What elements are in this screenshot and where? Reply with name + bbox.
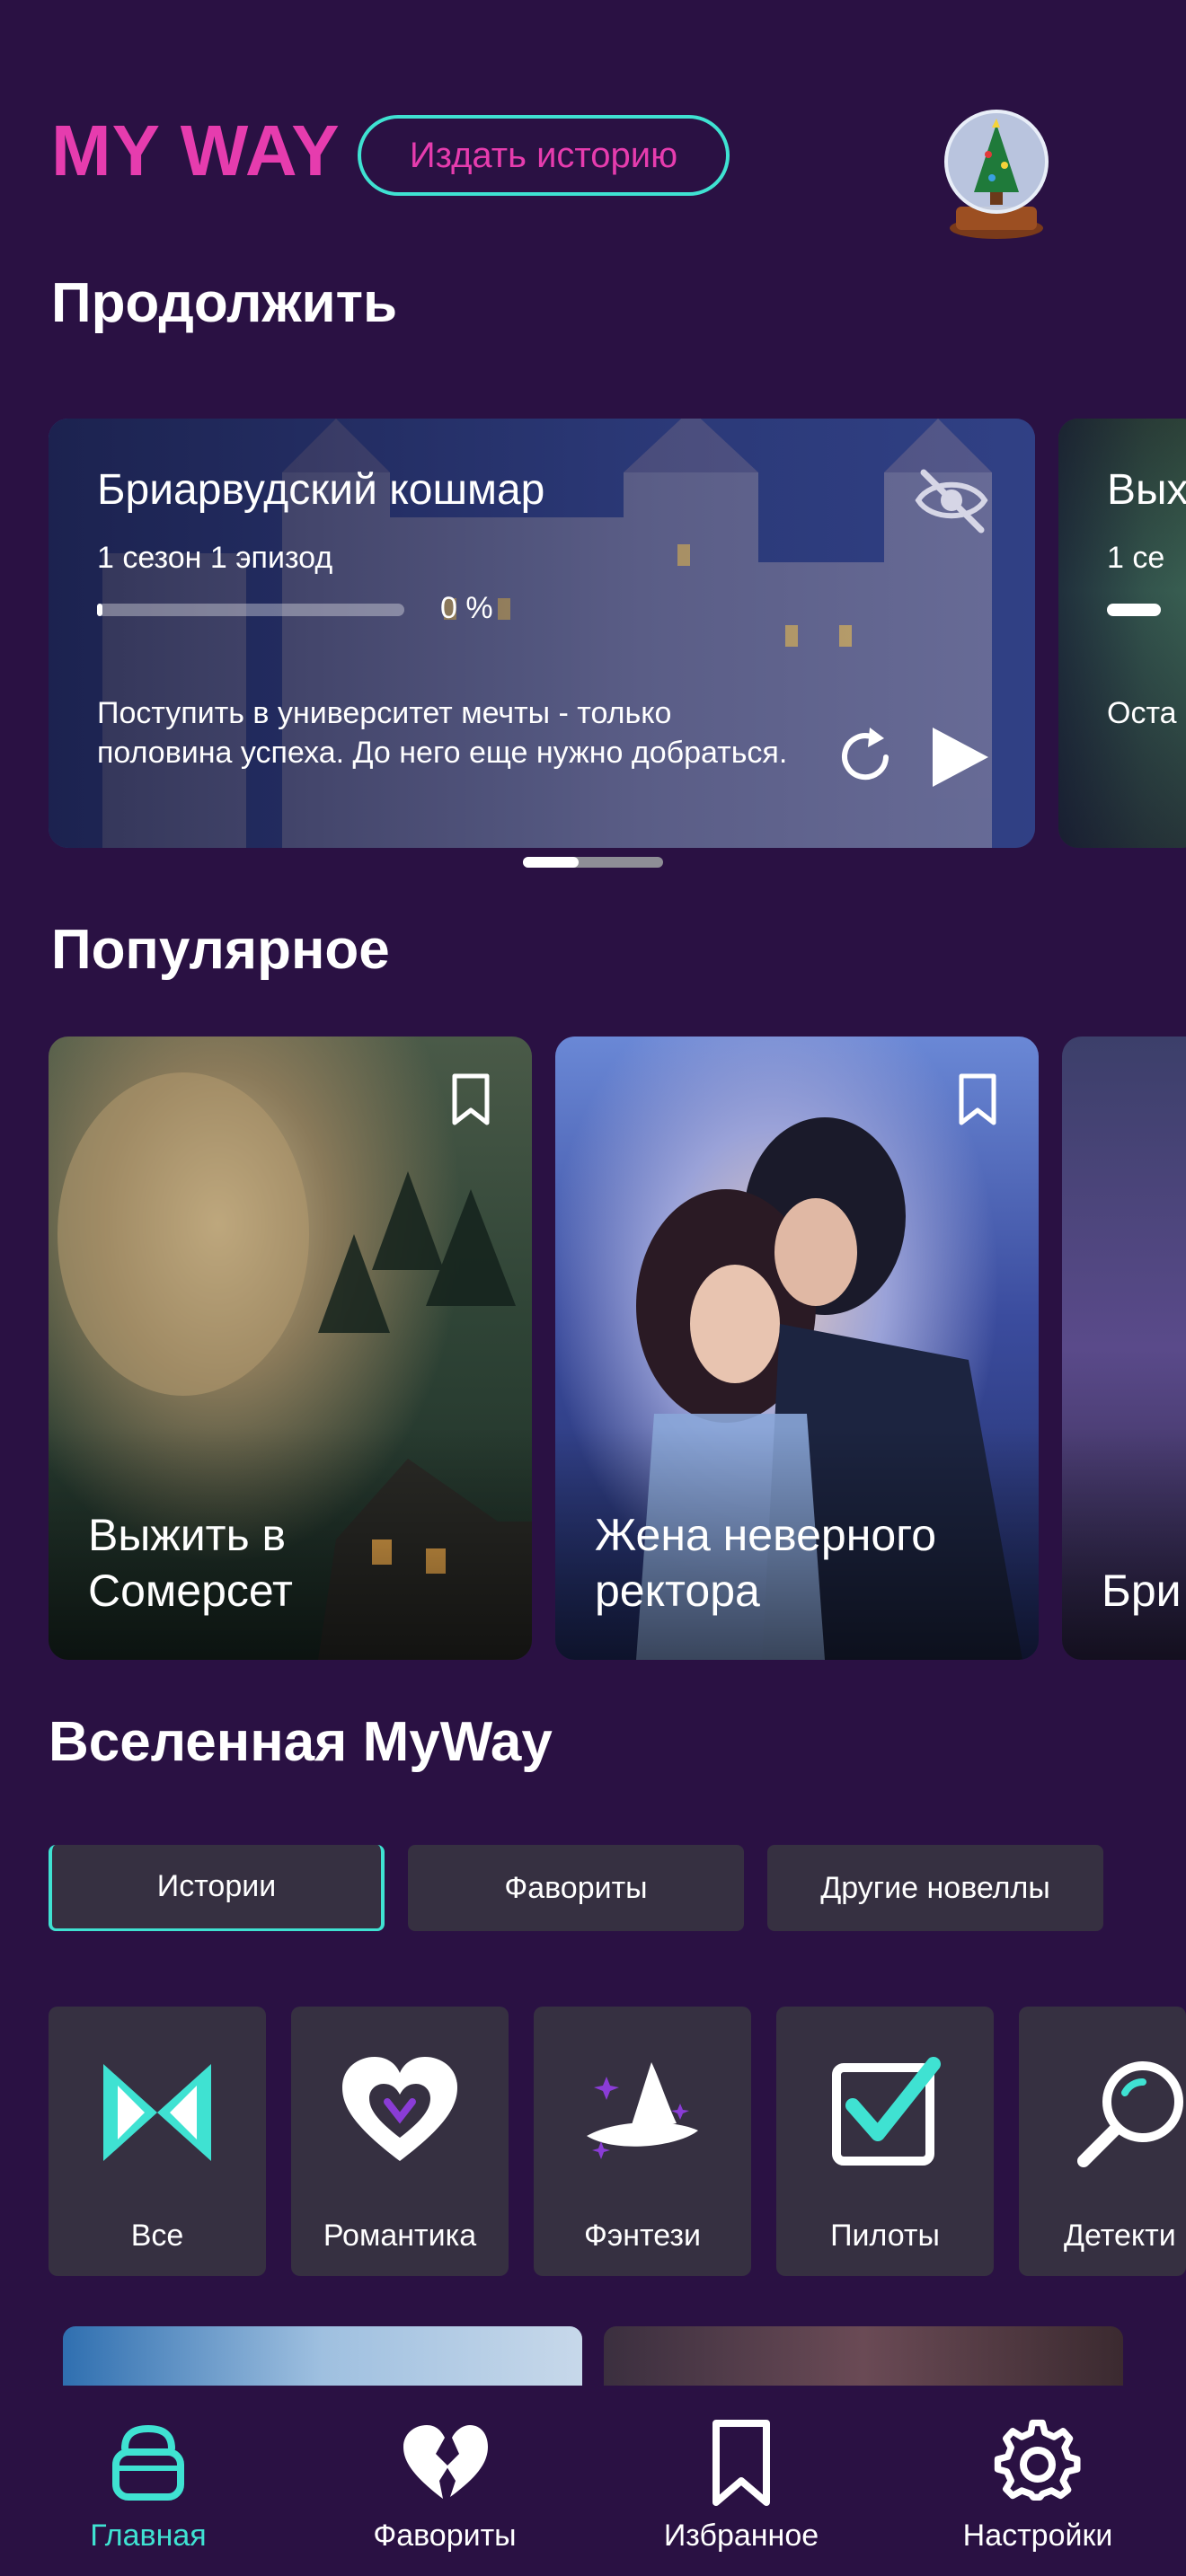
progress-fill xyxy=(97,604,102,616)
nav-bookmarks[interactable]: Избранное xyxy=(593,2386,890,2576)
nav-label: Настройки xyxy=(962,2519,1113,2553)
pager-active-indicator xyxy=(523,857,579,868)
progress-bar xyxy=(97,604,404,616)
heart-icon xyxy=(342,2057,457,2161)
bookmark-icon[interactable] xyxy=(449,1072,492,1126)
continue-section-title: Продолжить xyxy=(51,272,398,334)
continue-card-description: Поступить в университет мечты - только п… xyxy=(97,696,788,770)
app-logo: MY WAY xyxy=(51,110,341,190)
tab-favorites[interactable]: Фавориты xyxy=(408,1845,744,1931)
genre-label: Все xyxy=(130,2219,184,2253)
tab-stories[interactable]: Истории xyxy=(49,1845,385,1931)
continue-card-description: Оста спок зати xyxy=(1107,696,1186,730)
continue-card-episode: 1 се xyxy=(1107,541,1165,575)
popular-story-card[interactable]: Жена неверного ректора xyxy=(555,1037,1039,1660)
restart-icon[interactable] xyxy=(834,726,897,789)
genre-label: Пилоты xyxy=(830,2219,940,2253)
broken-heart-icon xyxy=(403,2425,488,2499)
popular-story-card[interactable]: Выжить в Сомерсет xyxy=(49,1037,532,1660)
popular-story-title: Жена неверного ректора xyxy=(595,1510,937,1616)
publish-story-button[interactable]: Издать историю xyxy=(358,115,730,196)
nav-favorites[interactable]: Фавориты xyxy=(296,2386,593,2576)
nav-settings[interactable]: Настройки xyxy=(890,2386,1186,2576)
continue-card[interactable]: Бриарвудский кошмар 1 сезон 1 эпизод 0 %… xyxy=(49,419,1035,848)
gear-icon xyxy=(994,2419,1081,2501)
popular-story-title: Бри кош xyxy=(1102,1566,1186,1616)
story-card-peek[interactable] xyxy=(604,2326,1123,2389)
genre-label: Романтика xyxy=(323,2219,477,2253)
nav-label: Фавориты xyxy=(373,2519,517,2553)
genre-detective[interactable]: Детекти xyxy=(1019,2007,1186,2276)
nav-label: Избранное xyxy=(663,2519,819,2553)
carousel-pager xyxy=(523,857,663,868)
genre-label: Детекти xyxy=(1064,2219,1176,2253)
popular-story-title: Выжить в Сомерсет xyxy=(88,1510,293,1616)
bookmark-icon[interactable] xyxy=(956,1072,999,1126)
genre-fantasy[interactable]: Фэнтези xyxy=(534,2007,751,2276)
eye-slash-icon[interactable] xyxy=(911,460,992,541)
continue-card-title: Бриарвудский кошмар xyxy=(97,466,545,514)
home-icon xyxy=(112,2424,184,2501)
genre-pilots[interactable]: Пилоты xyxy=(776,2007,994,2276)
bookmark-icon xyxy=(712,2420,770,2506)
bottom-nav: Главная Фавориты Избранное Настройки xyxy=(0,2386,1186,2576)
universe-section-title: Вселенная MyWay xyxy=(49,1711,553,1773)
genre-romance[interactable]: Романтика xyxy=(291,2007,509,2276)
myway-logo-icon xyxy=(103,2064,211,2161)
card-shade xyxy=(1062,1426,1186,1660)
progress-label: 0 % xyxy=(440,591,493,625)
continue-card-episode: 1 сезон 1 эпизод xyxy=(97,541,333,575)
wizard-hat-icon xyxy=(587,2062,698,2159)
snow-globe-icon[interactable] xyxy=(938,106,1055,243)
nav-home[interactable]: Главная xyxy=(0,2386,296,2576)
popular-story-card[interactable]: Бри кош xyxy=(1062,1037,1186,1660)
popular-section-title: Популярное xyxy=(51,919,390,981)
progress-bar xyxy=(1107,604,1161,616)
story-card-peek[interactable] xyxy=(63,2326,582,2389)
continue-card-title: Вых xyxy=(1107,466,1186,514)
tab-other-novels[interactable]: Другие новеллы xyxy=(767,1845,1103,1931)
nav-label: Главная xyxy=(90,2519,207,2553)
genre-all[interactable]: Все xyxy=(49,2007,266,2276)
play-icon[interactable] xyxy=(925,724,992,790)
genre-label: Фэнтези xyxy=(584,2219,701,2253)
checkbox-icon xyxy=(832,2057,941,2166)
magnifier-icon xyxy=(1077,2061,1183,2167)
continue-card[interactable]: Вых 1 се Оста спок зати xyxy=(1058,419,1186,848)
